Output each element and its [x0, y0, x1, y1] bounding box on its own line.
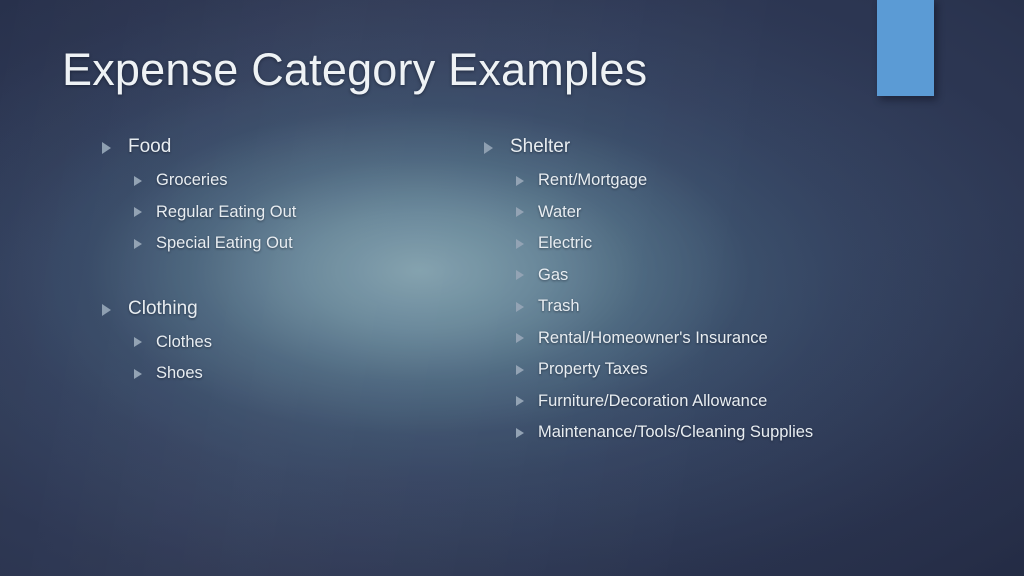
- triangle-right-icon: [516, 364, 524, 375]
- bullet-item-level2: Rent/Mortgage: [478, 169, 878, 192]
- bullet-label: Trash: [538, 297, 580, 315]
- triangle-right-icon: [516, 427, 524, 438]
- bullet-item-level2: Trash: [478, 295, 878, 318]
- bullet-item-level2: Electric: [478, 232, 878, 255]
- bullet-label: Rental/Homeowner's Insurance: [538, 328, 768, 347]
- triangle-right-icon: [134, 368, 142, 379]
- triangle-right-icon: [134, 175, 142, 186]
- bullet-label: Electric: [538, 234, 593, 252]
- bullet-column-left: Food Groceries Regular Eating Out Specia…: [96, 133, 476, 394]
- bullet-item-level2: Property Taxes: [478, 358, 878, 381]
- triangle-right-icon: [134, 207, 142, 218]
- accent-rectangle-decoration: [877, 0, 934, 96]
- bullet-label: Clothing: [128, 297, 198, 319]
- bullet-column-right: Shelter Rent/Mortgage Water Electric Gas…: [478, 133, 878, 453]
- bullet-label: Maintenance/Tools/Cleaning Supplies: [538, 423, 814, 441]
- triangle-right-icon: [516, 238, 524, 249]
- bullet-item-level2: Gas: [478, 264, 878, 287]
- bullet-label: Water: [538, 202, 582, 221]
- triangle-right-icon: [516, 333, 524, 344]
- triangle-right-icon: [134, 238, 142, 249]
- presentation-slide: Expense Category Examples Food Groceries…: [0, 0, 1024, 576]
- bullet-label: Regular Eating Out: [156, 202, 297, 221]
- triangle-right-icon: [516, 207, 524, 218]
- bullet-label: Clothes: [156, 332, 212, 351]
- triangle-right-icon: [516, 270, 524, 281]
- bullet-item-level2: Regular Eating Out: [96, 201, 476, 224]
- bullet-item-level2: Special Eating Out: [96, 232, 476, 255]
- bullet-label: Furniture/Decoration Allowance: [538, 391, 768, 410]
- bullet-item-level2: Maintenance/Tools/Cleaning Supplies: [478, 421, 821, 444]
- triangle-right-icon: [516, 396, 524, 407]
- bullet-label: Special Eating Out: [156, 234, 293, 252]
- blank-line-spacer: [96, 264, 476, 295]
- bullet-item-level2: Groceries: [96, 169, 476, 192]
- bullet-label: Shelter: [510, 136, 571, 157]
- triangle-right-icon: [484, 142, 493, 155]
- bullet-label: Property Taxes: [538, 360, 648, 378]
- bullet-label: Food: [128, 136, 172, 157]
- bullet-item-level2: Water: [478, 201, 878, 224]
- bullet-item-level1: Shelter: [478, 133, 878, 161]
- bullet-label: Shoes: [156, 364, 203, 382]
- bullet-item-level2: Rental/Homeowner's Insurance: [478, 327, 878, 350]
- triangle-right-icon: [516, 301, 524, 312]
- slide-title: Expense Category Examples: [62, 44, 648, 95]
- bullet-item-level2: Furniture/Decoration Allowance: [478, 390, 878, 413]
- triangle-right-icon: [102, 142, 111, 155]
- bullet-item-level2: Shoes: [96, 362, 476, 385]
- bullet-label: Gas: [538, 265, 569, 284]
- triangle-right-icon: [516, 175, 524, 186]
- bullet-label: Groceries: [156, 171, 228, 189]
- bullet-item-level2: Clothes: [96, 331, 476, 354]
- triangle-right-icon: [102, 303, 111, 316]
- triangle-right-icon: [134, 337, 142, 348]
- bullet-item-level1: Food: [96, 133, 476, 161]
- bullet-item-level1: Clothing: [96, 295, 476, 323]
- bullet-label: Rent/Mortgage: [538, 171, 648, 189]
